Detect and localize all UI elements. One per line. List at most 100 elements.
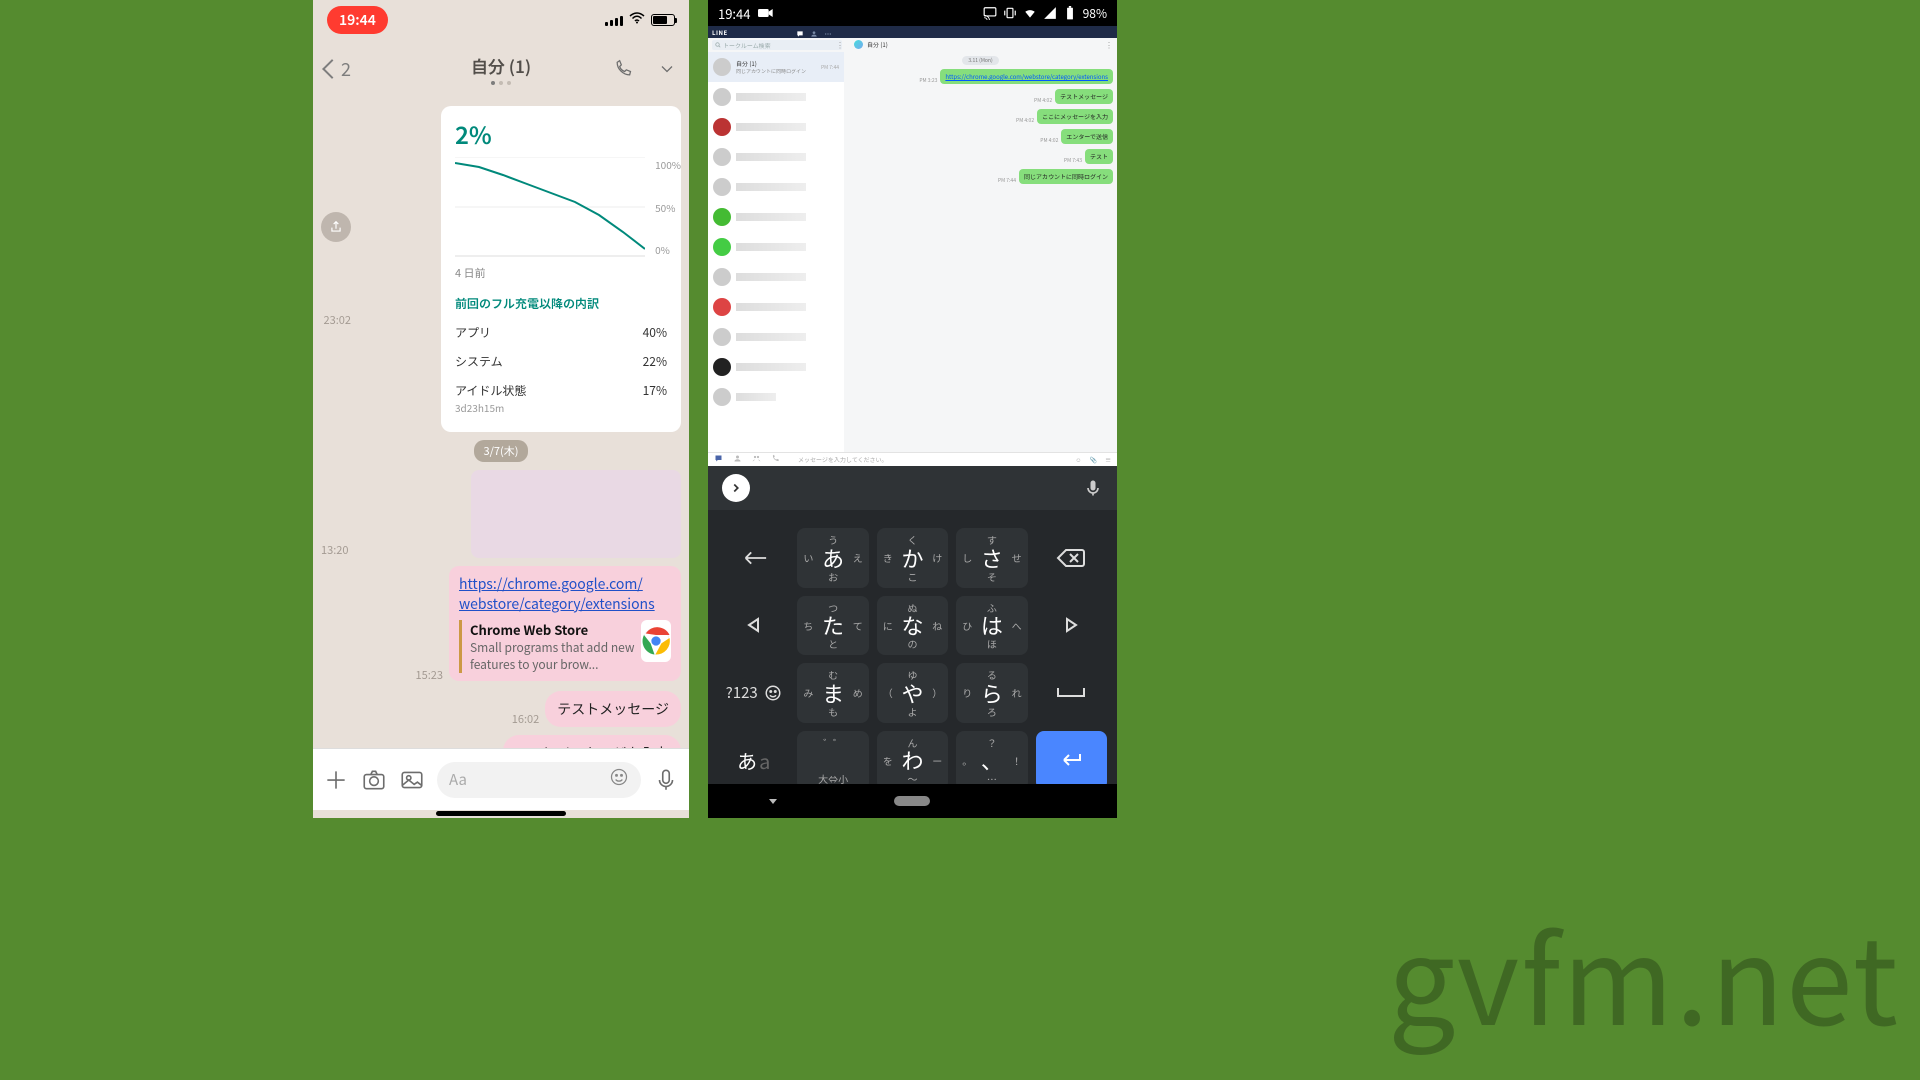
image-icon[interactable] (399, 767, 425, 793)
message-bubble[interactable]: ここにメッセージを入力 (503, 735, 681, 748)
chat-menu-icon[interactable]: ⋮ (1105, 40, 1113, 51)
ios-status-bar: 19:44 (313, 0, 689, 40)
message-input[interactable]: Aa (437, 762, 641, 798)
more-tab-icon[interactable] (824, 28, 832, 36)
line-message-bubble[interactable]: 同じアカウントに同時ログイン (1019, 169, 1113, 184)
card-row: アイドル状態3d23h15m17% (455, 376, 667, 422)
line-message-bubble[interactable]: https://chrome.google.com/webstore/categ… (940, 69, 1113, 84)
camera-status-icon (758, 7, 774, 19)
key-ya[interactable]: ゆ（や）よ (877, 663, 948, 723)
key-punct[interactable]: ？。、！… (956, 731, 1027, 791)
sidebar-item[interactable] (708, 202, 844, 232)
chat-scroll[interactable]: 23:02 2% 100% 50% 0% (313, 98, 689, 748)
ime-keyboard: ういあえお くきかけこ すしさせそ つちたてと ぬになねの ふひはへほ ?123… (708, 510, 1117, 804)
footer-attach-icon[interactable]: 📎 (1090, 455, 1097, 464)
line-message-bubble[interactable]: ここにメッセージを入力 (1037, 109, 1113, 124)
nav-back-icon[interactable] (765, 793, 781, 809)
footer-emoji-icon[interactable]: ☺ (1075, 455, 1081, 464)
back-button[interactable]: 2 (325, 56, 351, 82)
home-indicator[interactable] (436, 811, 566, 816)
call-icon[interactable] (613, 59, 633, 79)
key-backspace[interactable] (1032, 524, 1111, 592)
y-tick: 50% (655, 200, 681, 215)
msg-time: PM 7:43 (1064, 157, 1082, 164)
line-chat-pane[interactable]: 3.11 (Mon) PM 3:23https://chrome.google.… (844, 52, 1117, 452)
contacts-tab-icon[interactable] (810, 28, 818, 36)
msg-time: 23:02 (324, 312, 351, 328)
sidebar-item[interactable] (708, 352, 844, 382)
line-sidebar[interactable]: 自分 (1) 同じアカウントに同時ログイン PM 7:44 (708, 52, 844, 452)
ime-toolbar (708, 466, 1117, 510)
camera-icon[interactable] (361, 767, 387, 793)
key-ma[interactable]: むみまめも (797, 663, 868, 723)
msg-time: PM 4:02 (1034, 97, 1052, 104)
plus-icon[interactable] (323, 767, 349, 793)
key-sa[interactable]: すしさせそ (956, 528, 1027, 588)
key-cursor-right[interactable] (1032, 592, 1111, 660)
line-message-bubble[interactable]: テストメッセージ (1055, 89, 1113, 104)
footer-call-icon[interactable] (771, 454, 780, 465)
chevron-down-icon[interactable] (657, 59, 677, 79)
line-input-placeholder[interactable]: メッセージを入力してください。 (798, 455, 888, 464)
sidebar-item[interactable] (708, 82, 844, 112)
message-link[interactable]: https://chrome.google.com/webstore/categ… (945, 72, 1108, 81)
key-ha[interactable]: ふひはへほ (956, 596, 1027, 656)
key-na[interactable]: ぬになねの (877, 596, 948, 656)
sidebar-item-name: 自分 (1) (736, 59, 806, 68)
sidebar-item[interactable] (708, 382, 844, 412)
key-dakuten[interactable]: ゛゜大⇔小 (797, 731, 868, 791)
footer-chat-icon[interactable] (714, 454, 723, 465)
sidebar-item[interactable]: 自分 (1) 同じアカウントに同時ログイン PM 7:44 (708, 52, 844, 82)
line-titlebar: LINE (708, 26, 1117, 38)
message-link[interactable]: https://chrome.google.com/webstore/categ… (459, 574, 655, 614)
sidebar-item[interactable] (708, 142, 844, 172)
nav-home-pill[interactable] (894, 796, 930, 806)
line-input-bar: メッセージを入力してください。 ☺ 📎 ≡ (708, 452, 1117, 466)
key-enter[interactable] (1036, 731, 1107, 791)
footer-settings-icon[interactable]: ≡ (1105, 455, 1111, 464)
key-ra[interactable]: るりられろ (956, 663, 1027, 723)
sidebar-item[interactable] (708, 262, 844, 292)
back-count: 2 (341, 56, 351, 82)
sidebar-menu-icon[interactable]: ⋮ (836, 40, 844, 51)
key-ka[interactable]: くきかけこ (877, 528, 948, 588)
battery-card: 2% 100% 50% 0% 4 日前 前回のフル充電以降の内訳 (441, 106, 681, 432)
blurred-image-msg[interactable] (471, 470, 681, 558)
key-ta[interactable]: つちたてと (797, 596, 868, 656)
link-message[interactable]: https://chrome.google.com/webstore/categ… (449, 566, 681, 681)
signal-icon (605, 14, 623, 26)
battery-icon (651, 14, 675, 26)
expand-button[interactable] (722, 474, 750, 502)
mic-icon[interactable] (1083, 478, 1103, 498)
chrome-icon (641, 620, 671, 662)
link-preview: Chrome Web Store Small programs that add… (459, 620, 671, 673)
key-cursor-left[interactable] (714, 592, 793, 660)
msg-time: PM 7:44 (998, 177, 1016, 184)
y-tick: 0% (655, 242, 681, 257)
key-wa[interactable]: んをわー〜 (877, 731, 948, 791)
preview-desc: Small programs that add new features to … (470, 639, 635, 673)
footer-contact-icon[interactable] (733, 454, 742, 465)
sidebar-item[interactable] (708, 232, 844, 262)
mic-icon[interactable] (653, 767, 679, 793)
message-bubble[interactable]: テストメッセージ (545, 691, 681, 727)
search-input[interactable]: トークルーム検索 (712, 40, 842, 50)
sidebar-item[interactable] (708, 112, 844, 142)
key-left[interactable] (714, 524, 793, 592)
card-section-title: 前回のフル充電以降の内訳 (455, 295, 667, 312)
sidebar-item[interactable] (708, 322, 844, 352)
key-a[interactable]: ういあえお (797, 528, 868, 588)
chat-tab-icon[interactable] (796, 28, 804, 36)
emoji-icon[interactable] (609, 767, 629, 792)
line-message-bubble[interactable]: エンターで送信 (1061, 129, 1113, 144)
share-button[interactable] (321, 212, 351, 242)
sidebar-item[interactable] (708, 292, 844, 322)
line-message-bubble[interactable]: テスト (1085, 149, 1113, 164)
key-symbols[interactable]: ?123 (714, 659, 793, 727)
footer-group-icon[interactable] (752, 454, 761, 465)
chat-title: 自分 (1) (471, 53, 531, 78)
key-space[interactable] (1032, 659, 1111, 727)
sidebar-item[interactable] (708, 172, 844, 202)
watermark: gvfm.net (1388, 886, 1900, 1060)
line-chat-title: 自分 (1) (867, 40, 888, 49)
